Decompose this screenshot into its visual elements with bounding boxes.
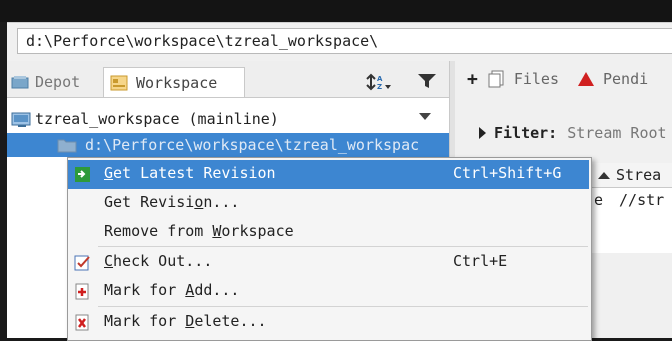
menu-item-get-revision[interactable]: Get Revision... [68, 189, 589, 218]
filter-value: Stream Root [567, 124, 667, 142]
menu-item-label: Mark for Add... [104, 281, 240, 299]
workspace-icon [110, 75, 128, 91]
svg-text:A: A [377, 75, 383, 83]
filter-icon[interactable] [417, 73, 437, 93]
menu-item-mark-for-delete[interactable]: Mark for Delete... [68, 308, 589, 337]
tab-files[interactable]: Files [514, 70, 559, 88]
right-toolbar: + Files Pendi [455, 61, 672, 97]
files-icon [488, 70, 506, 88]
menu-separator [98, 306, 588, 307]
menu-item-label: Mark for Delete... [104, 312, 267, 330]
get-latest-icon [74, 166, 91, 183]
chevron-down-icon[interactable] [419, 113, 431, 120]
tree-root-row[interactable]: tzreal_workspace (mainline) [7, 107, 449, 131]
menu-item-shortcut: Ctrl+E [453, 252, 508, 270]
workspace-root-icon [11, 110, 33, 128]
menu-item-label: Get Latest Revision [104, 164, 276, 182]
path-bar[interactable]: d:\Perforce\workspace\tzreal_workspace\ [17, 28, 672, 54]
depot-icon [11, 75, 29, 89]
tree-selected-row[interactable]: d:\Perforce\workspace\tzreal_workspac [7, 133, 449, 157]
column-header-stream: Strea [616, 166, 662, 184]
context-menu: Get Latest Revision Ctrl+Shift+G Get Rev… [67, 157, 592, 341]
menu-separator [98, 246, 588, 247]
tab-depot-label: Depot [35, 73, 81, 91]
menu-item-shortcut: Ctrl+Shift+G [453, 164, 562, 182]
menu-item-mark-for-add[interactable]: Mark for Add... [68, 277, 589, 306]
menu-item-get-latest-revision[interactable]: Get Latest Revision Ctrl+Shift+G [68, 160, 589, 189]
row-prefix: e [594, 191, 604, 209]
tree-selected-label: d:\Perforce\workspace\tzreal_workspac [85, 136, 420, 154]
mark-add-icon [74, 283, 91, 300]
tab-depot[interactable]: Depot [7, 67, 101, 97]
checkout-icon [74, 254, 91, 271]
pending-icon [577, 71, 595, 87]
sort-icon[interactable]: AZ [365, 73, 391, 95]
path-bar-text: d:\Perforce\workspace\tzreal_workspace\ [26, 32, 379, 50]
svg-text:Z: Z [377, 83, 382, 91]
menu-item-label: Get Revision... [104, 193, 240, 211]
tab-pending[interactable]: Pendi [603, 70, 648, 88]
add-tab-icon[interactable]: + [467, 69, 478, 90]
file-table: Strea e //str [591, 163, 672, 253]
menu-item-label: Remove from Workspace [104, 222, 294, 240]
tab-workspace-label: Workspace [136, 73, 218, 92]
row-stream-value: //str [619, 191, 665, 209]
tree-tabbar: Depot Workspace AZ [7, 61, 449, 98]
tree-root-label: tzreal_workspace (mainline) [35, 110, 279, 128]
expand-triangle-icon[interactable] [479, 127, 486, 139]
table-row[interactable]: e //str [592, 188, 672, 212]
sort-up-icon [598, 171, 610, 179]
menu-item-label: Check Out... [104, 252, 213, 270]
title-strip [0, 0, 672, 22]
tab-workspace[interactable]: Workspace [103, 67, 245, 97]
mark-delete-icon [74, 314, 91, 331]
table-header[interactable]: Strea [592, 163, 672, 188]
folder-icon [57, 137, 77, 153]
menu-item-remove-from-workspace[interactable]: Remove from Workspace [68, 218, 589, 247]
filter-row[interactable]: Filter: Stream Root [455, 121, 672, 145]
filter-label: Filter: [494, 124, 558, 142]
menu-item-check-out[interactable]: Check Out... Ctrl+E [68, 248, 589, 277]
